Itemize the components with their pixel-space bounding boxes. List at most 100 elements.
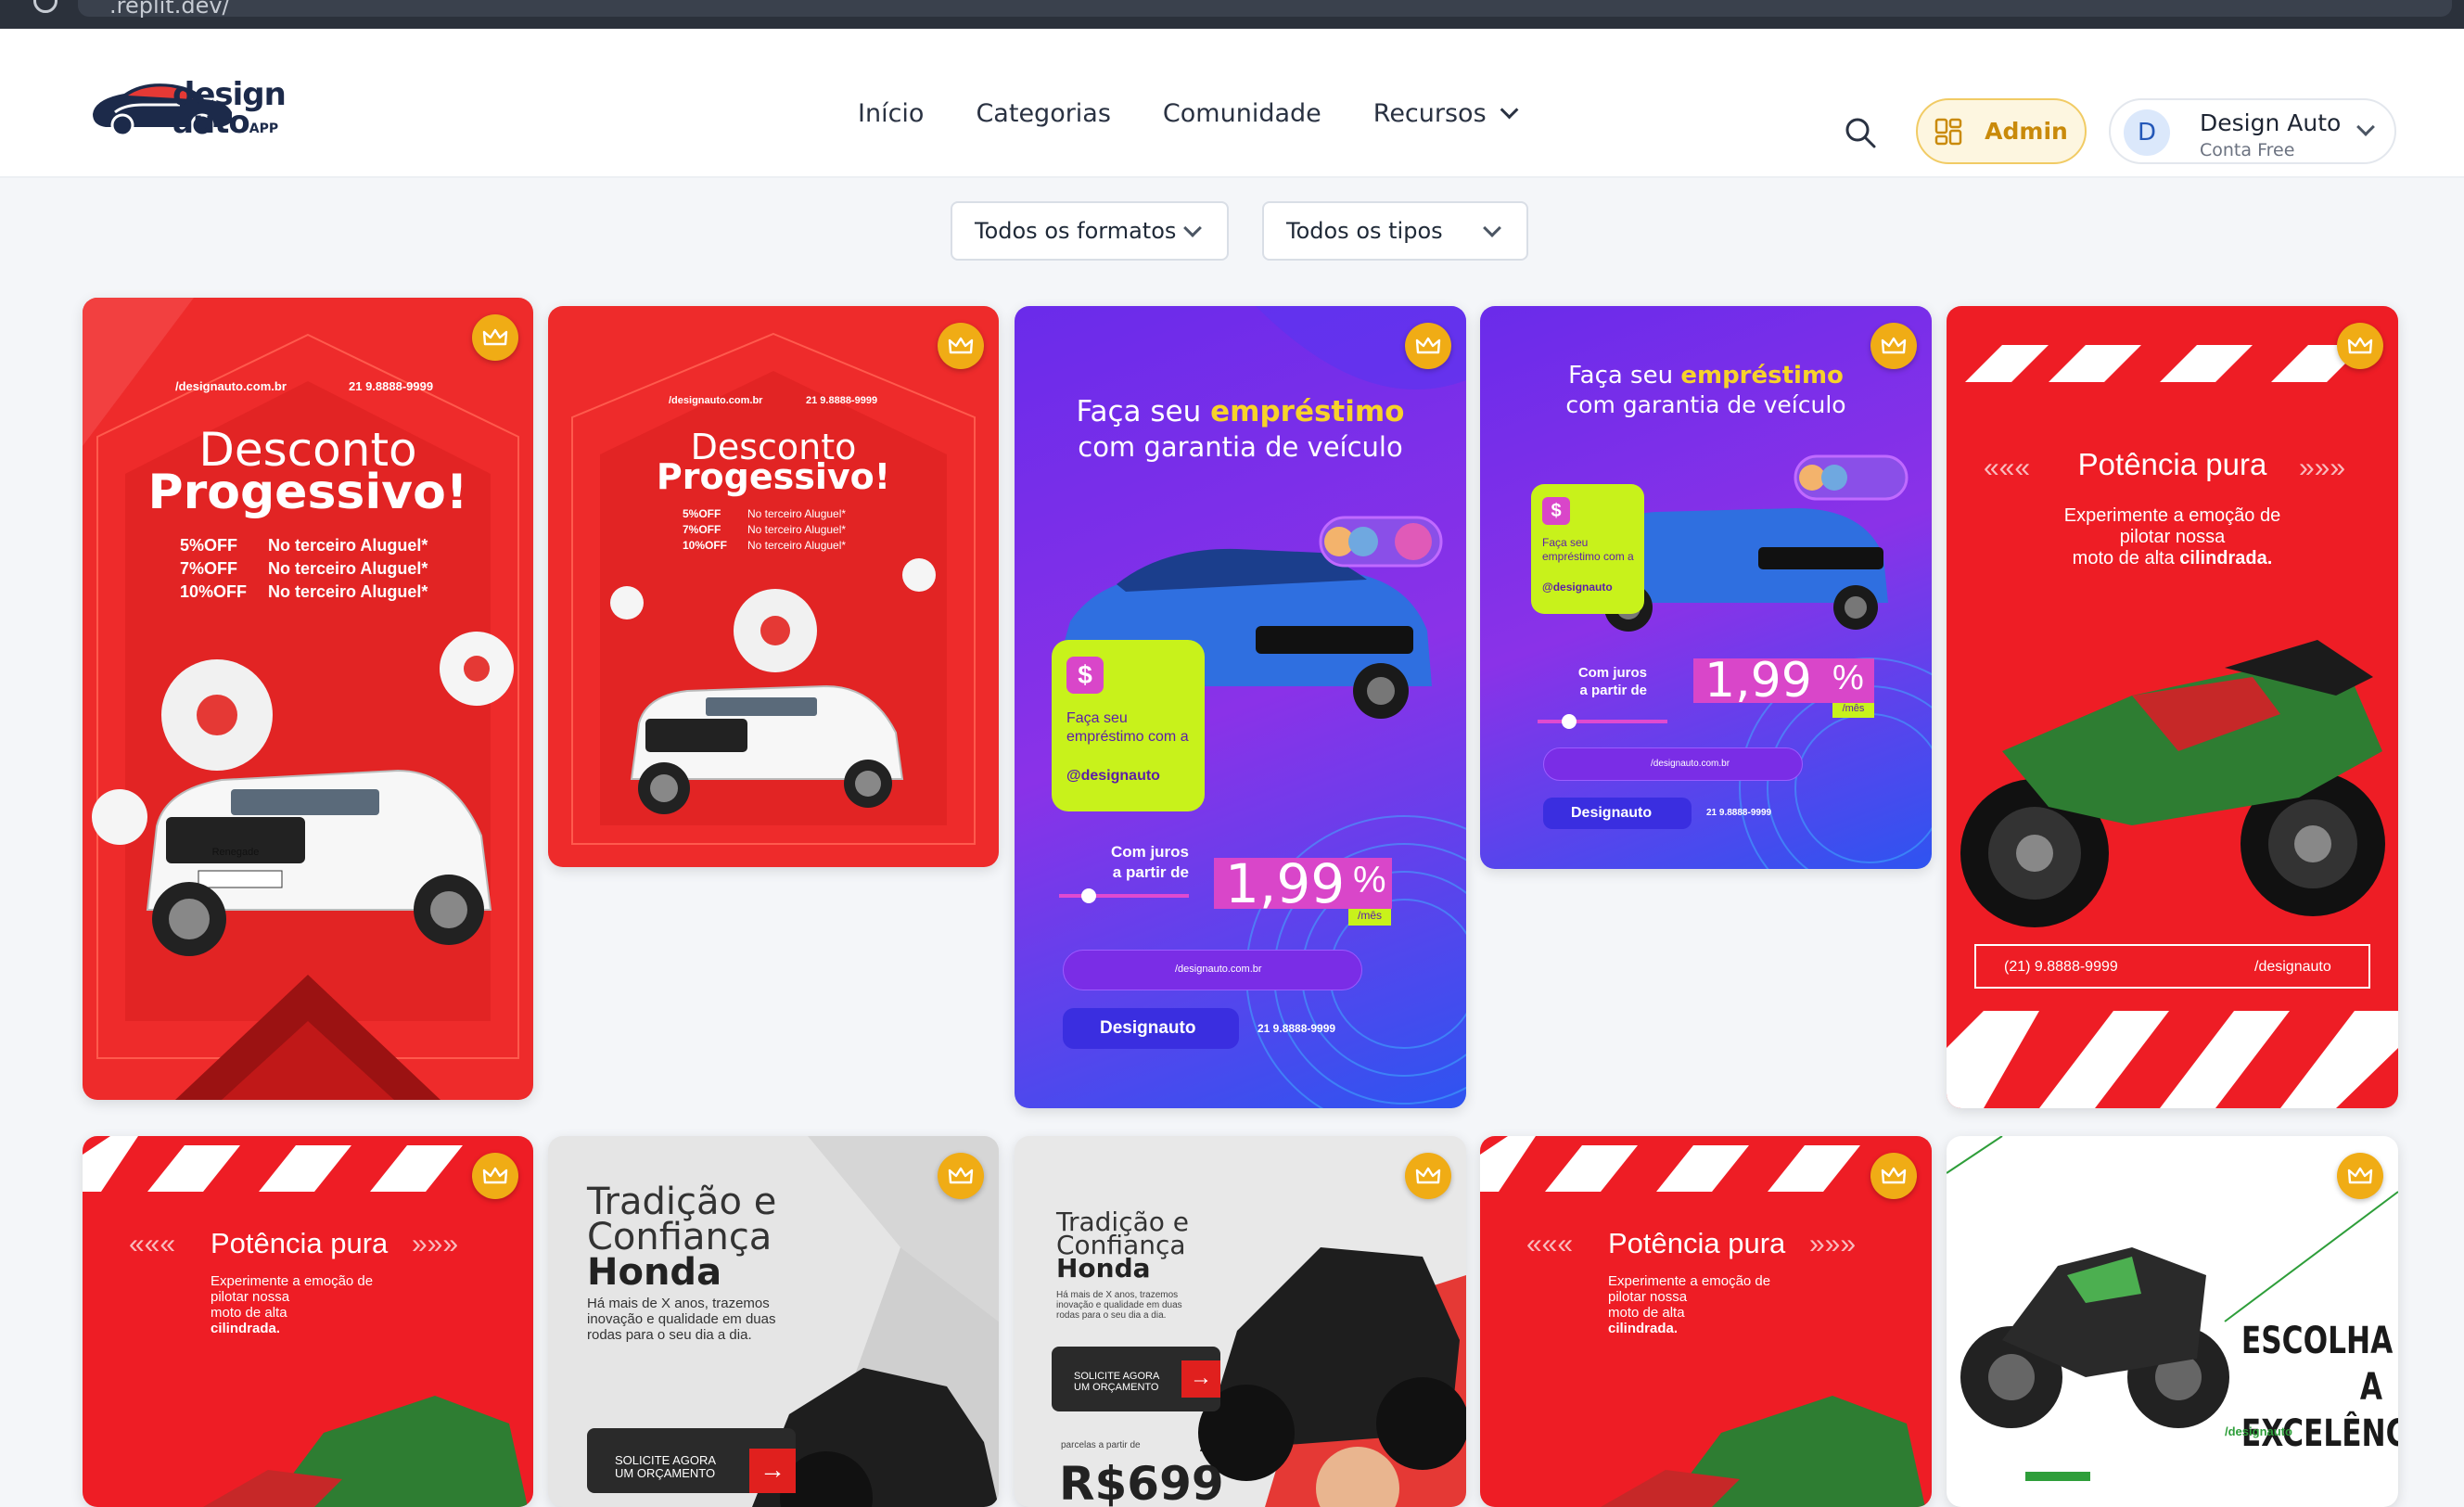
chevron-left-icon: ««« xyxy=(1526,1229,1574,1259)
template-card-potencia-large[interactable]: ««« »»» Potência pura Experimente a emoç… xyxy=(1947,306,2398,1108)
main-nav: Início Categorias Comunidade Recursos xyxy=(858,90,1564,136)
admin-button[interactable]: Admin xyxy=(1916,98,2087,164)
card-phone: 21 9.8888-9999 xyxy=(349,379,434,393)
card-body: Experimente a emoção de pilotar nossa mo… xyxy=(1608,1273,1775,1336)
card-title: Potência pura xyxy=(2077,447,2267,481)
chevron-down-icon xyxy=(1500,100,1519,120)
template-card-excelencia[interactable]: ESCOLHA A EXCELÊNCIA /designauto xyxy=(1947,1136,2398,1507)
card-title-a: Faça seu xyxy=(1568,362,1674,390)
cta-text: SOLICITE AGORA UM ORÇAMENTO xyxy=(1074,1371,1159,1393)
slider-track xyxy=(1538,720,1667,723)
brand-name: Designauto xyxy=(1571,805,1653,821)
rate-box: 1,99 % xyxy=(1693,653,1874,709)
brand-wordmark[interactable]: design autoAPP xyxy=(172,79,287,143)
nav-item-inicio[interactable]: Início xyxy=(858,99,924,128)
card-subtitle: com garantia de veículo xyxy=(1565,391,1846,418)
nav-item-recursos[interactable]: Recursos xyxy=(1373,99,1519,128)
slider-track xyxy=(1059,894,1189,898)
badge-text: Faça seu empréstimo com a xyxy=(1542,536,1634,563)
template-card-potencia-2[interactable]: ««« »»» Potência pura Experimente a emoç… xyxy=(1480,1136,1932,1507)
card-site: /designauto.com.br xyxy=(175,379,287,393)
card-body-2: pilotar nossa xyxy=(1608,1289,1688,1305)
card-body-3: moto de alta xyxy=(211,1305,287,1321)
card-phone: 21 9.8888-9999 xyxy=(806,395,878,406)
premium-crown-icon xyxy=(938,323,984,369)
slider-knob xyxy=(1562,714,1577,729)
card-body: Experimente a emoção de pilotar nossa mo… xyxy=(211,1273,377,1336)
card-title: Potência pura xyxy=(1608,1227,1786,1259)
type-filter-value: Todos os tipos xyxy=(1286,218,1443,244)
template-card-honda[interactable]: Tradição e Confiança Honda Há mais de X … xyxy=(548,1136,999,1507)
cta-line-1: SOLICITE AGORA xyxy=(1074,1371,1160,1382)
brand-name: Designauto xyxy=(1100,1018,1196,1038)
card-body-1: Experimente a emoção de xyxy=(211,1273,374,1289)
card-title: Tradição e Confiança Honda xyxy=(587,1183,776,1291)
brand-line2: auto xyxy=(172,104,250,141)
site-info-icon[interactable] xyxy=(33,0,57,13)
nav-item-comunidade[interactable]: Comunidade xyxy=(1163,99,1321,128)
chevron-right-icon: »»» xyxy=(412,1229,459,1259)
rate-value: 1,99 xyxy=(1225,852,1346,915)
card-title: Potência pura xyxy=(211,1227,389,1259)
template-card-emprestimo-large[interactable]: Faça seu empréstimo com garantia de veíc… xyxy=(1015,306,1466,1108)
discount-pct: 5%OFF xyxy=(180,536,238,555)
card-body-1: Experimente a emoção de xyxy=(1608,1273,1771,1289)
motorcycle-illustration xyxy=(1960,640,2385,927)
badge-handle: @designauto xyxy=(1542,581,1613,594)
template-card-emprestimo[interactable]: Faça seu empréstimo com garantia de veíc… xyxy=(1480,306,1932,869)
type-filter-select[interactable]: Todos os tipos xyxy=(1262,201,1528,261)
premium-crown-icon xyxy=(1870,323,1917,369)
template-card-honda-price[interactable]: Tradição e Confiança Honda Há mais de X … xyxy=(1015,1136,1466,1507)
template-card-desconto-large[interactable]: /designauto.com.br 21 9.8888-9999 Descon… xyxy=(83,298,533,1100)
card-body: Há mais de X anos, trazemos inovação e q… xyxy=(587,1296,776,1343)
rate-per: /mês xyxy=(1832,703,1874,718)
discount-text: No terceiro Aluguel* xyxy=(747,523,847,536)
rate-label-1: Com juros xyxy=(1577,665,1647,681)
chevron-down-icon xyxy=(1183,219,1202,237)
search-icon[interactable] xyxy=(1844,116,1877,149)
suv-car-illustration xyxy=(610,558,936,814)
card-title-2: Progessivo! xyxy=(656,456,891,497)
cta-line-1: SOLICITE AGORA xyxy=(615,1453,717,1467)
user-menu-button[interactable]: D Design Auto Conta Free xyxy=(2109,98,2396,164)
brand-suffix: APP xyxy=(249,121,279,136)
discount-pct: 5%OFF xyxy=(683,507,721,520)
dollar-icon: $ xyxy=(1066,657,1104,694)
cta-line-2: UM ORÇAMENTO xyxy=(1074,1382,1159,1393)
address-bar[interactable] xyxy=(78,0,2452,17)
contact-handle: /designauto xyxy=(2254,959,2331,975)
card-body-1: Experimente a emoção de xyxy=(2063,505,2281,526)
card-title-b: empréstimo xyxy=(1210,395,1405,428)
discount-text: No terceiro Aluguel* xyxy=(268,559,428,578)
card-body: Experimente a emoção de pilotar nossa mo… xyxy=(1947,505,2398,569)
site-header: design autoAPP Início Categorias Comunida… xyxy=(0,29,2464,178)
promo-badge: $ Faça seu empréstimo com a @designauto xyxy=(1052,640,1205,811)
arrow-right-icon: → xyxy=(749,1449,796,1493)
social-bar: /designauto.com.br xyxy=(1063,950,1362,990)
cta-box: SOLICITE AGORA UM ORÇAMENTO → xyxy=(1052,1347,1220,1411)
discount-pct: 10%OFF xyxy=(180,582,248,601)
rate-label-2: a partir de xyxy=(1112,863,1189,881)
card-phone: 21 9.8888-9999 xyxy=(1706,808,1772,818)
premium-crown-icon xyxy=(2337,1153,2383,1199)
card-title-b: empréstimo xyxy=(1680,362,1844,390)
discount-text: No terceiro Aluguel* xyxy=(268,582,428,601)
card-title-2: Progessivo! xyxy=(147,465,468,520)
template-card-potencia[interactable]: ««« »»» Potência pura Experimente a emoç… xyxy=(83,1136,533,1507)
format-filter-select[interactable]: Todos os formatos xyxy=(951,201,1229,261)
premium-crown-icon xyxy=(1870,1153,1917,1199)
brand-pill: Designauto xyxy=(1543,798,1692,829)
nav-item-categorias[interactable]: Categorias xyxy=(976,99,1110,128)
badge-text: Faça seu empréstimo com a xyxy=(1066,710,1189,745)
card-body-2: pilotar nossa xyxy=(211,1289,290,1305)
motorcycle-illustration xyxy=(203,1396,528,1507)
chevron-right-icon: »»» xyxy=(1809,1229,1857,1259)
premium-crown-icon xyxy=(1405,323,1451,369)
card-subtitle: com garantia de veículo xyxy=(1078,431,1403,463)
template-card-desconto[interactable]: /designauto.com.br 21 9.8888-9999 Descon… xyxy=(548,306,999,867)
rate-per: /mês xyxy=(1348,909,1391,926)
promo-badge: $ Faça seu empréstimo com a @designauto xyxy=(1531,484,1644,614)
browser-address-strip: .replit.dev/ xyxy=(0,0,2464,29)
card-body-bold: cilindrada. xyxy=(2179,548,2273,568)
badge-handle: @designauto xyxy=(1066,768,1160,784)
